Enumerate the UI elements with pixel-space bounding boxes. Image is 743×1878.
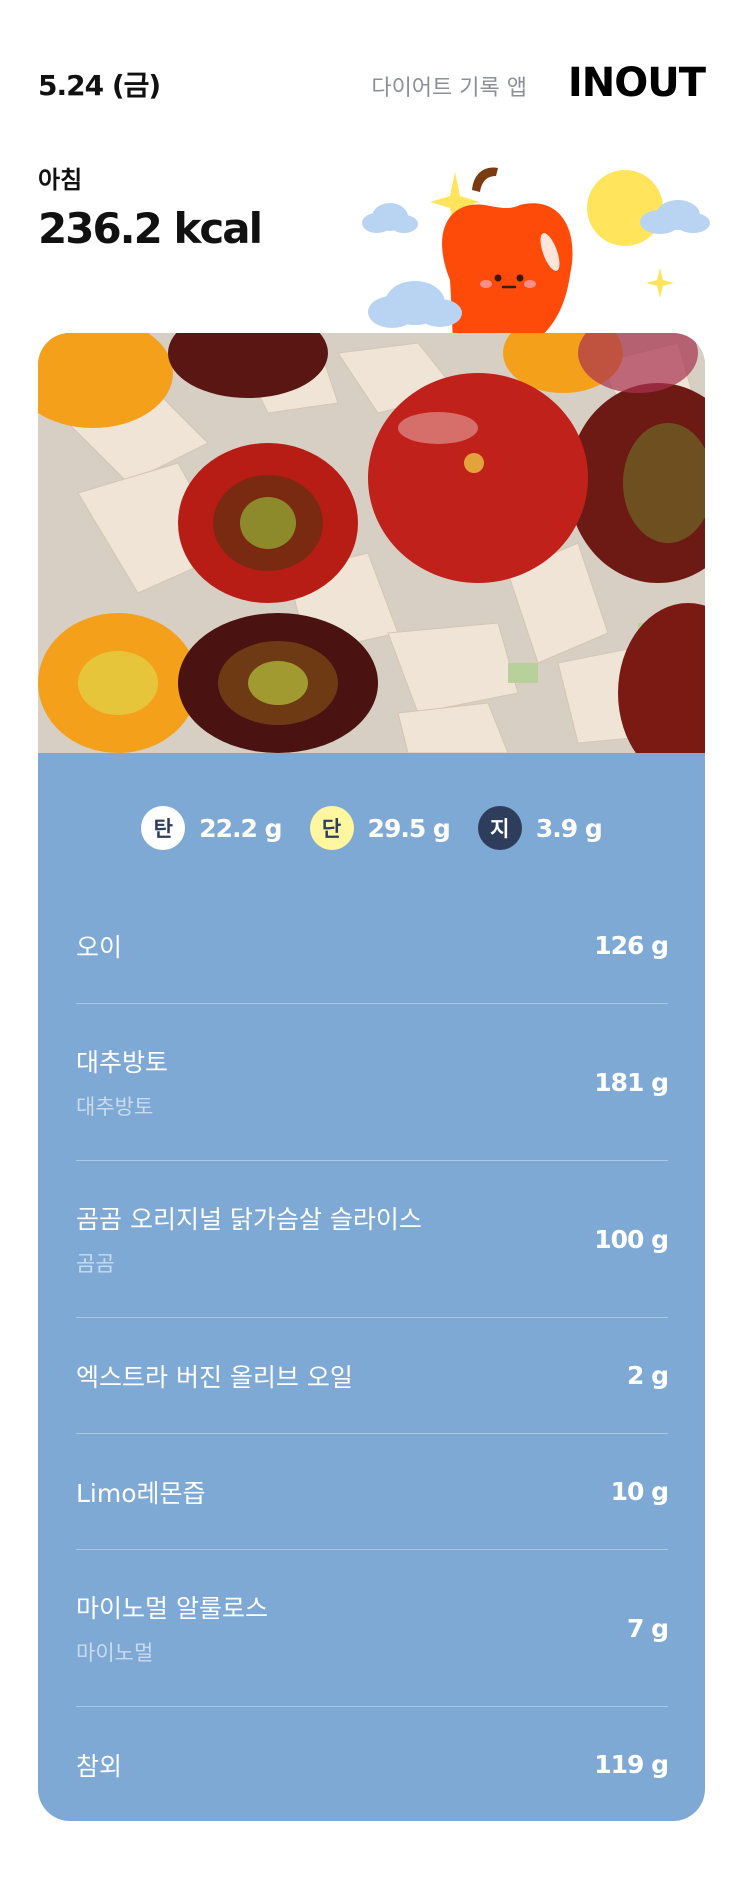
cloud-icon (362, 203, 418, 233)
fat-badge: 지 (477, 806, 522, 850)
date-label: 5.24 (금) (38, 69, 161, 102)
food-item-name: 마이노멀 알룰로스 (76, 1594, 268, 1623)
meal-card: 탄 22.2 g 단 29.5 g 지 3.9 g 오이 126 g 대추방토 … (38, 333, 705, 1821)
food-item-brand: 곰곰 (76, 1252, 115, 1276)
macro-carbs: 탄 22.2 g (141, 806, 283, 850)
food-item-row[interactable]: 엑스트라 버진 올리브 오일 2 g (76, 1318, 669, 1434)
inout-logo: INOUT (567, 60, 706, 106)
food-item-row[interactable]: Limo레몬즙 10 g (76, 1434, 669, 1550)
protein-badge: 단 (309, 806, 354, 850)
meal-kcal: 236.2 kcal (38, 204, 263, 253)
food-item-row[interactable]: 오이 126 g (76, 888, 669, 1004)
food-item-name: Limo레몬즙 (76, 1478, 206, 1508)
food-item-amount: 7 g (627, 1613, 669, 1643)
sparkle-icon (646, 268, 674, 298)
food-item-name: 엑스트라 버진 올리브 오일 (76, 1362, 353, 1392)
food-item-name: 오이 (76, 932, 123, 962)
meal-photo[interactable] (38, 333, 705, 783)
food-item-name: 곰곰 오리지널 닭가슴살 슬라이스 (76, 1205, 422, 1234)
food-item-amount: 126 g (594, 931, 669, 960)
macro-fat: 지 3.9 g (477, 806, 603, 850)
food-item-amount: 181 g (594, 1067, 669, 1097)
food-item-amount: 2 g (627, 1361, 669, 1390)
food-item-name: 대추방토 (76, 1048, 169, 1077)
food-item-row[interactable]: 곰곰 오리지널 닭가슴살 슬라이스 곰곰 100 g (76, 1161, 669, 1318)
carbs-badge: 탄 (141, 806, 186, 850)
macro-summary: 탄 22.2 g 단 29.5 g 지 3.9 g (38, 803, 705, 853)
macro-protein: 단 29.5 g (309, 806, 451, 850)
carbs-value: 22.2 g (199, 813, 282, 843)
food-item-amount: 100 g (594, 1224, 669, 1254)
food-item-row[interactable]: 대추방토 대추방토 181 g (76, 1004, 669, 1161)
top-bar: 5.24 (금) 다이어트 기록 앱 INOUT (38, 60, 706, 110)
food-item-amount: 119 g (594, 1750, 669, 1779)
food-item-brand: 마이노멀 (76, 1641, 154, 1665)
app-tagline: 다이어트 기록 앱 (371, 76, 527, 101)
food-item-amount: 10 g (610, 1477, 669, 1506)
apple-mascot-illustration (360, 160, 710, 360)
food-item-name: 참외 (76, 1751, 123, 1781)
sun-icon (587, 170, 663, 246)
food-item-brand: 대추방토 (76, 1095, 154, 1119)
food-item-list: 오이 126 g 대추방토 대추방토 181 g 곰곰 오리지널 닭가슴살 슬라… (76, 888, 669, 1821)
food-item-row[interactable]: 마이노멀 알룰로스 마이노멀 7 g (76, 1550, 669, 1707)
cloud-icon (368, 281, 462, 328)
food-item-row[interactable]: 참외 119 g (76, 1707, 669, 1821)
protein-value: 29.5 g (367, 813, 451, 843)
fat-value: 3.9 g (535, 813, 603, 843)
meal-type-label: 아침 (38, 166, 83, 194)
apple-icon (442, 167, 573, 355)
